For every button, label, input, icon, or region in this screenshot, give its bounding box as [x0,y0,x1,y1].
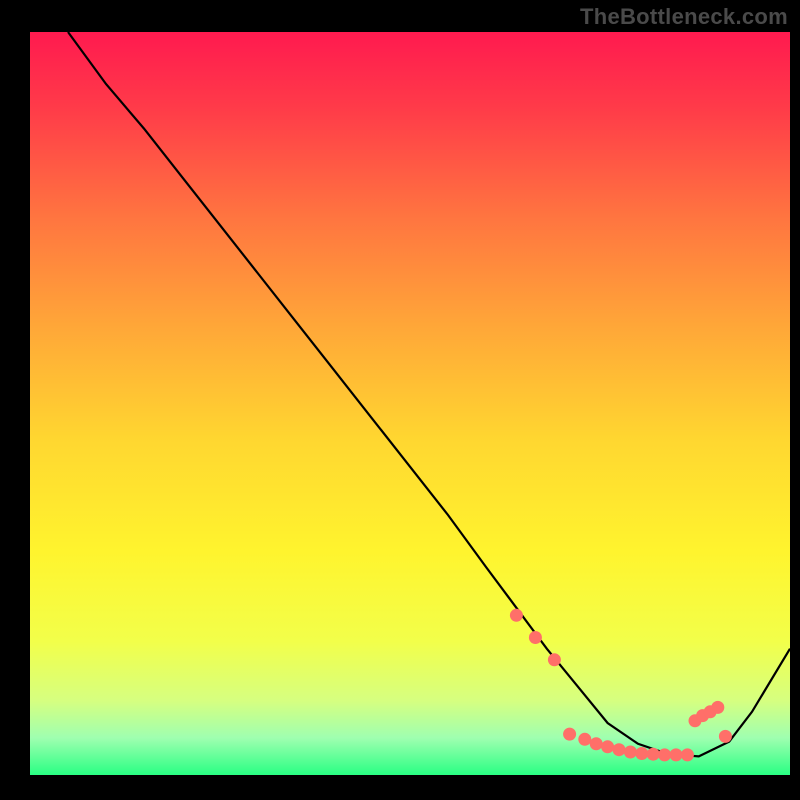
bottleneck-chart [0,0,800,800]
plot-background [30,32,790,775]
marker-point [711,701,724,714]
marker-point [647,748,660,761]
marker-point [658,748,671,761]
marker-point [563,728,576,741]
marker-point [601,740,614,753]
marker-point [681,748,694,761]
marker-point [578,733,591,746]
marker-point [613,743,626,756]
marker-point [529,631,542,644]
marker-point [510,609,523,622]
chart-frame: TheBottleneck.com [0,0,800,800]
marker-point [590,737,603,750]
watermark-label: TheBottleneck.com [580,4,788,30]
marker-point [624,746,637,759]
marker-point [548,653,561,666]
marker-point [635,747,648,760]
marker-point [670,748,683,761]
marker-point [719,730,732,743]
